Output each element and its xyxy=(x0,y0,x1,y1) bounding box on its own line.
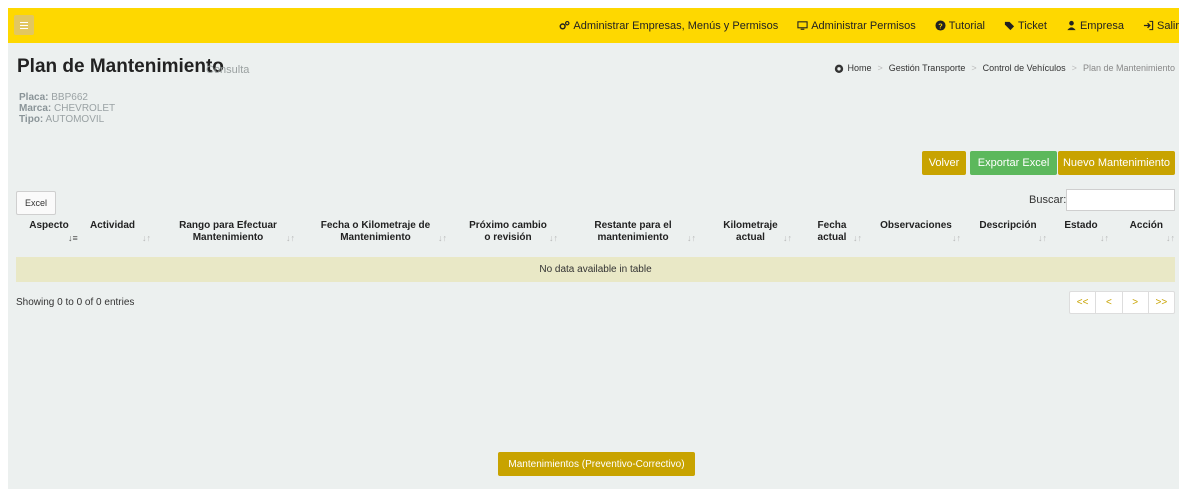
tag-icon xyxy=(1004,21,1015,31)
nav-label: Ticket xyxy=(1018,19,1047,32)
marca-value: CHEVROLET xyxy=(54,103,116,114)
sort-icon: ↓↑ xyxy=(1166,233,1175,243)
sort-icon: ↓↑ xyxy=(142,233,151,243)
nav-tutorial[interactable]: ? Tutorial xyxy=(935,20,985,32)
search-input[interactable] xyxy=(1066,189,1175,211)
marca-label: Marca: xyxy=(19,103,52,114)
pagination: << < > >> xyxy=(1069,291,1175,314)
svg-text:?: ? xyxy=(938,21,943,30)
nav-label: Tutorial xyxy=(948,19,986,32)
gears-icon xyxy=(559,20,570,30)
sort-icon: ↓↑ xyxy=(952,233,961,243)
sort-icon: ↓↑ xyxy=(1100,233,1109,243)
nav-admin-permisos[interactable]: Administrar Permisos xyxy=(797,20,916,32)
sign-out-icon xyxy=(1143,20,1154,31)
breadcrumb-item[interactable]: Gestión Transporte xyxy=(889,63,966,73)
vehicle-info: Placa: BBP662 Marca: CHEVROLET Tipo: AUT… xyxy=(19,92,115,125)
user-icon xyxy=(1067,20,1076,31)
top-navbar: Administrar Empresas, Menús y Permisos A… xyxy=(8,8,1179,43)
first-page-button[interactable]: << xyxy=(1070,292,1097,313)
column-header[interactable]: Descripción ↓↑ xyxy=(966,220,1050,256)
nav-label: Administrar Empresas, Menús y Permisos xyxy=(573,19,779,32)
sort-desc-icon: ↓≡ xyxy=(68,233,78,243)
page-subtitle: Consulta xyxy=(206,64,250,76)
nav-ticket[interactable]: Ticket xyxy=(1004,20,1047,32)
column-header[interactable]: Restante para el mantenimiento ↓↑ xyxy=(563,220,703,256)
mantenimientos-button[interactable]: Mantenimientos (Preventivo-Correctivo) xyxy=(498,452,695,476)
column-header[interactable]: Rango para Efectuar Mantenimiento ↓↑ xyxy=(158,220,298,256)
volver-button[interactable]: Volver xyxy=(922,151,966,175)
table-info: Showing 0 to 0 of 0 entries xyxy=(16,297,135,308)
page: Administrar Empresas, Menús y Permisos A… xyxy=(8,8,1179,489)
desktop-icon xyxy=(797,21,808,30)
empty-message: No data available in table xyxy=(539,264,652,275)
search-label: Buscar: xyxy=(1029,194,1067,206)
column-header[interactable]: Próximo cambio o revisión ↓↑ xyxy=(453,220,563,256)
breadcrumb: Home > Gestión Transporte > Control de V… xyxy=(834,63,1175,73)
column-header[interactable]: Observaciones ↓↑ xyxy=(866,220,966,256)
breadcrumb-current: Plan de Mantenimiento xyxy=(1082,63,1175,73)
table-header: Aspecto ↓≡ Actividad ↓↑ Rango para Efect… xyxy=(8,220,1179,256)
exportar-excel-button[interactable]: Exportar Excel xyxy=(970,151,1057,175)
last-page-button[interactable]: >> xyxy=(1149,292,1174,313)
hamburger-icon xyxy=(20,21,28,23)
sort-icon: ↓↑ xyxy=(438,233,447,243)
column-header[interactable]: Aspecto ↓≡ xyxy=(16,220,82,256)
sort-icon: ↓↑ xyxy=(687,233,696,243)
nav-label: Empresa xyxy=(1079,19,1124,32)
column-header[interactable]: Acción ↓↑ xyxy=(1112,220,1175,256)
column-header[interactable]: Actividad ↓↑ xyxy=(82,220,162,256)
question-circle-icon: ? xyxy=(935,20,946,31)
nav-label: Administrar Permisos xyxy=(811,19,916,32)
column-header[interactable]: Fecha o Kilometraje de Mantenimiento ↓↑ xyxy=(298,220,453,256)
menu-toggle-button[interactable] xyxy=(14,15,34,35)
nav-empresa[interactable]: Empresa xyxy=(1066,20,1124,32)
tipo-value: AUTOMOVIL xyxy=(45,114,105,125)
placa-label: Placa: xyxy=(19,92,49,103)
nuevo-mantenimiento-button[interactable]: Nuevo Mantenimiento xyxy=(1058,151,1175,175)
sort-icon: ↓↑ xyxy=(1038,233,1047,243)
next-page-button[interactable]: > xyxy=(1123,292,1149,313)
dashboard-icon xyxy=(834,64,843,73)
breadcrumb-home[interactable]: Home xyxy=(848,63,872,73)
column-header[interactable]: Fecha actual ↓↑ xyxy=(798,220,866,256)
excel-button[interactable]: Excel xyxy=(16,191,56,215)
tipo-label: Tipo: xyxy=(19,114,44,125)
sort-icon: ↓↑ xyxy=(286,233,295,243)
page-title: Plan de Mantenimiento xyxy=(17,56,224,77)
placa-value: BBP662 xyxy=(51,92,88,103)
sort-icon: ↓↑ xyxy=(549,233,558,243)
nav-label: Salir xyxy=(1156,19,1179,32)
column-header[interactable]: Kilometraje actual ↓↑ xyxy=(703,220,798,256)
prev-page-button[interactable]: < xyxy=(1096,292,1123,313)
breadcrumb-item[interactable]: Control de Vehículos xyxy=(983,63,1066,73)
top-nav: Administrar Empresas, Menús y Permisos A… xyxy=(559,8,1179,43)
column-header[interactable]: Estado ↓↑ xyxy=(1050,220,1112,256)
nav-salir[interactable]: Salir xyxy=(1143,20,1179,32)
sort-icon: ↓↑ xyxy=(783,233,792,243)
table-empty-row: No data available in table xyxy=(16,257,1175,282)
sort-icon: ↓↑ xyxy=(853,233,862,243)
nav-admin-empresas[interactable]: Administrar Empresas, Menús y Permisos xyxy=(559,20,778,32)
